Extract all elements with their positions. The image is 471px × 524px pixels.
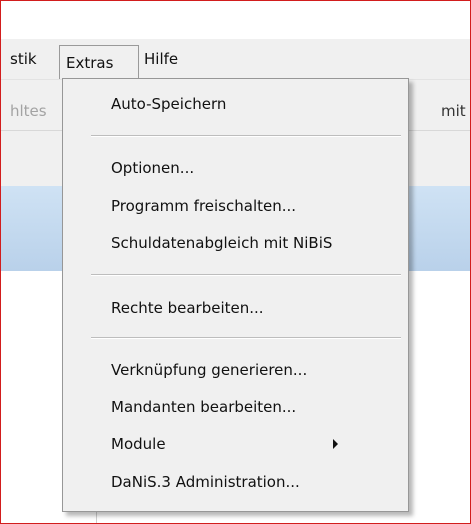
menu-item-programm-freischalten[interactable]: Programm freischalten... <box>111 191 296 221</box>
toolbar-text-right: mit <box>441 102 466 120</box>
menu-item-module[interactable]: Module <box>111 429 166 459</box>
menu-item-mandanten-bearbeiten[interactable]: Mandanten bearbeiten... <box>111 392 296 422</box>
menu-hilfe[interactable]: Hilfe <box>141 47 201 71</box>
menu-item-verknuepfung-generieren[interactable]: Verknüpfung generieren... <box>111 355 307 385</box>
title-area <box>1 1 470 39</box>
menu-separator <box>91 274 401 276</box>
menu-separator <box>91 135 401 137</box>
toolbar-text-left: hltes <box>10 102 47 120</box>
menu-item-danis-administration[interactable]: DaNiS.3 Administration... <box>111 467 300 497</box>
menubar: stik Extras Hilfe <box>1 39 470 80</box>
submenu-arrow-icon <box>333 439 338 449</box>
menu-item-rechte-bearbeiten[interactable]: Rechte bearbeiten... <box>111 293 264 323</box>
menu-item-optionen[interactable]: Optionen... <box>111 153 194 183</box>
menu-extras[interactable]: Extras <box>59 45 139 79</box>
menu-statistik[interactable]: stik <box>1 47 58 71</box>
menu-item-schuldatenabgleich[interactable]: Schuldatenabgleich mit NiBiS <box>111 228 332 258</box>
extras-dropdown-menu: Auto-Speichern Optionen... Programm frei… <box>62 78 409 512</box>
menu-item-auto-speichern[interactable]: Auto-Speichern <box>111 89 226 119</box>
menu-separator <box>91 337 401 339</box>
